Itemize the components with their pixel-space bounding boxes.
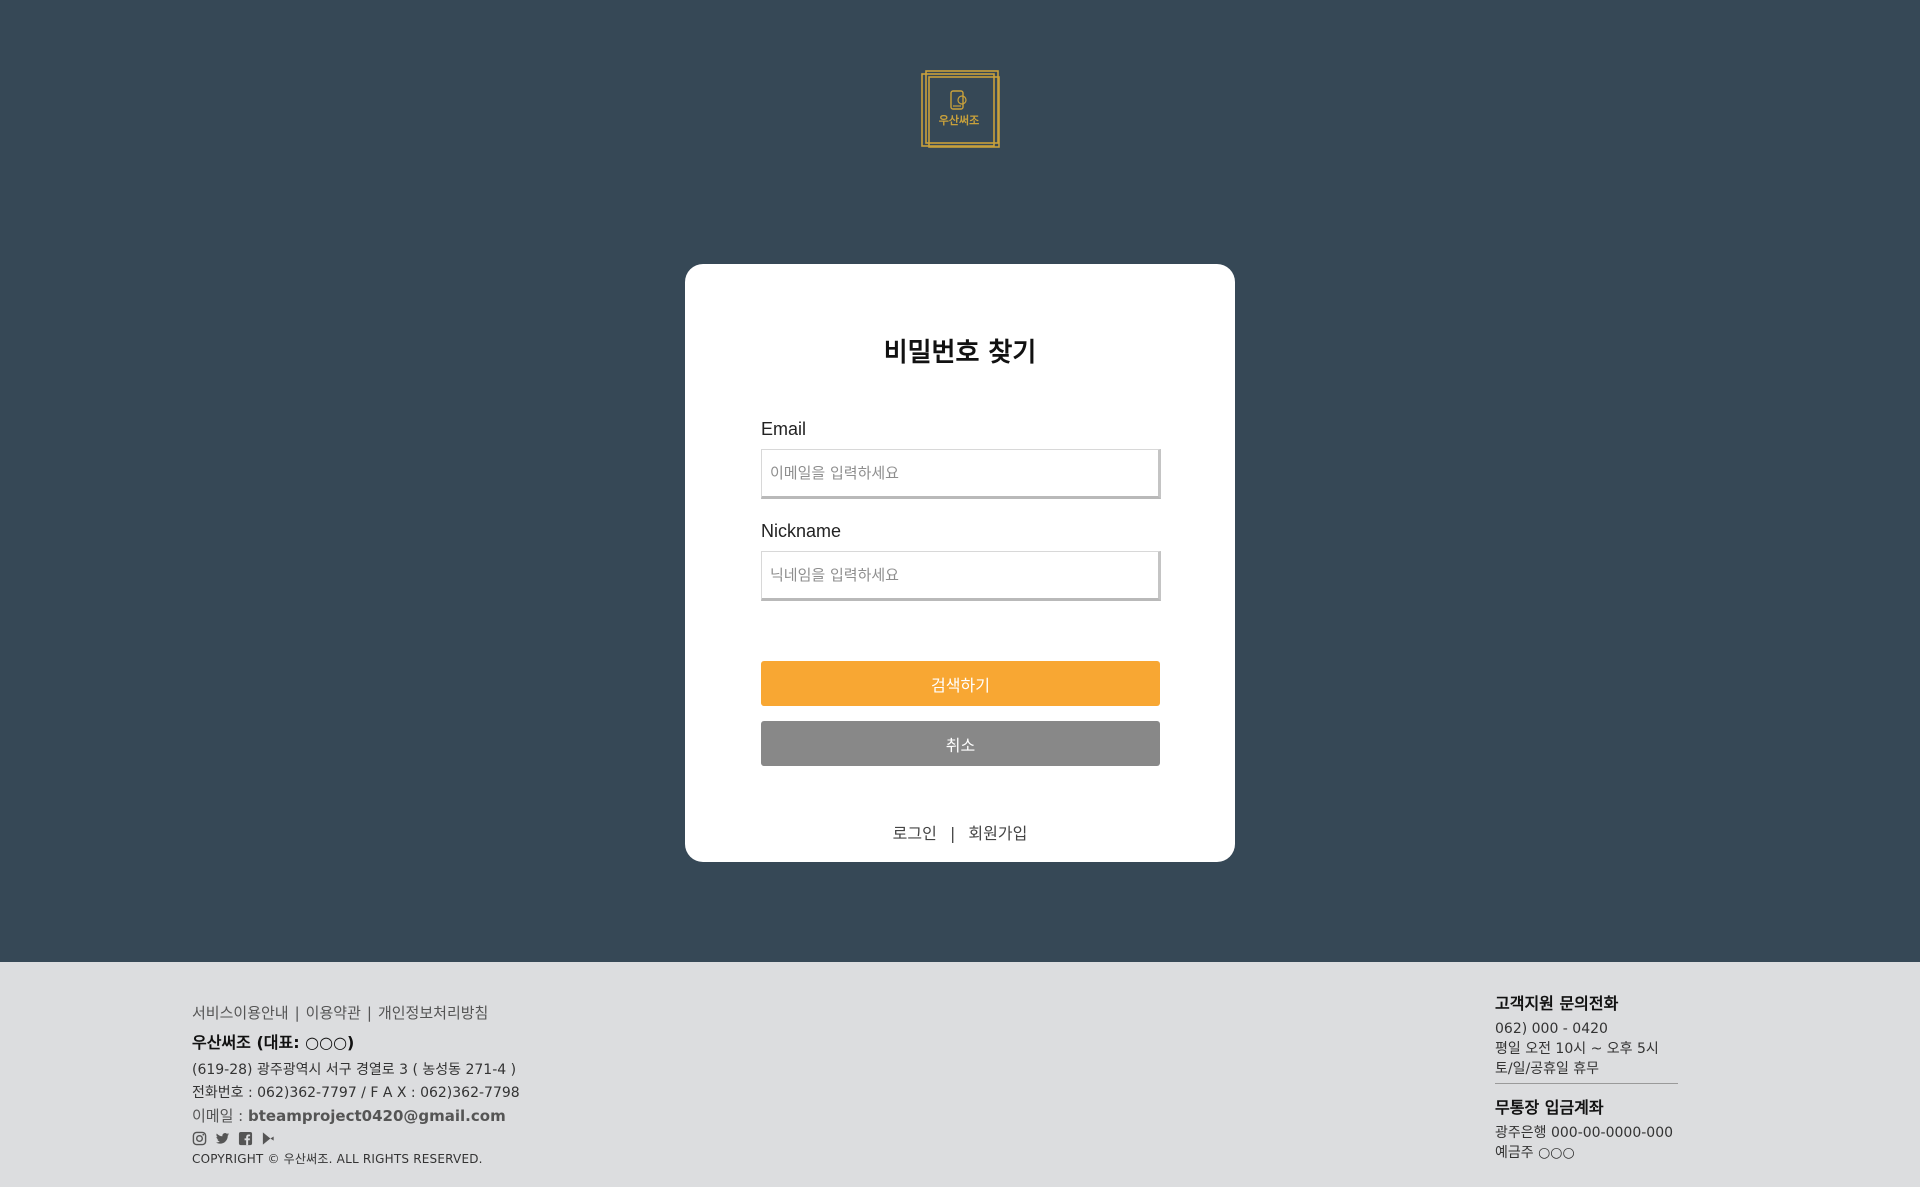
bank-holder: 예금주 ○○○	[1495, 1145, 1575, 1161]
search-button[interactable]: 검색하기	[761, 661, 1160, 706]
nickname-input[interactable]	[761, 551, 1161, 601]
email-label: Email	[761, 419, 807, 439]
support-closed: 토/일/공휴일 휴무	[1495, 1061, 1600, 1077]
footer-company-info: 서비스이용안내 | 이용약관 | 개인정보처리방침 우산써조 (대표: ○○○) (61…	[192, 1002, 520, 1167]
email-address[interactable]: bteamproject0420@gmail.com	[248, 1107, 506, 1125]
login-link[interactable]: 로그인	[893, 824, 937, 843]
footer-divider	[1495, 1083, 1678, 1084]
support-title: 고객지원 문의전화	[1495, 994, 1619, 1013]
auth-links: 로그인 | 회원가입	[685, 820, 1235, 844]
company-name: 우산써조 (대표: ○○○)	[192, 1033, 355, 1052]
facebook-icon[interactable]	[238, 1131, 253, 1146]
umbrella-logo-icon: 우산써조	[921, 70, 1000, 148]
footer-link-terms[interactable]: 이용약관	[306, 1004, 361, 1022]
find-password-card: 비밀번호 찾기 Email Nickname 검색하기 취소 로그인 | 회원가…	[685, 264, 1235, 862]
bank-account: 광주은행 000-00-0000-000	[1495, 1125, 1674, 1141]
twitter-icon[interactable]	[215, 1131, 230, 1146]
footer-link-separator: |	[366, 1004, 372, 1022]
footer: 서비스이용안내 | 이용약관 | 개인정보처리방침 우산써조 (대표: ○○○) (61…	[0, 962, 1920, 1187]
page-title: 비밀번호 찾기	[883, 338, 1037, 368]
cancel-button[interactable]: 취소	[761, 721, 1160, 766]
company-address: (619-28) 광주광역시 서구 경열로 3 ( 농성동 271-4 )	[192, 1062, 517, 1078]
link-separator: |	[949, 824, 956, 843]
footer-link-privacy[interactable]: 개인정보처리방침	[378, 1004, 488, 1022]
email-label-text: 이메일 :	[192, 1107, 248, 1125]
support-phone: 062) 000 - 0420	[1495, 1021, 1608, 1037]
support-hours: 평일 오전 10시 ~ 오후 5시	[1495, 1041, 1659, 1057]
company-phone-fax: 전화번호 : 062)362-7797 / F A X : 062)362-77…	[192, 1085, 520, 1101]
footer-link-separator: |	[294, 1004, 300, 1022]
email-input[interactable]	[761, 449, 1161, 499]
instagram-icon[interactable]	[192, 1131, 207, 1146]
google-play-icon[interactable]	[261, 1131, 276, 1146]
footer-support-info: 고객지원 문의전화 062) 000 - 0420 평일 오전 10시 ~ 오후…	[1495, 990, 1678, 1163]
nickname-label: Nickname	[761, 521, 842, 541]
bank-title: 무통장 입금계좌	[1495, 1098, 1604, 1117]
copyright-text: COPYRIGHT © 우산써조. ALL RIGHTS RESERVED.	[192, 1152, 483, 1166]
footer-links: 서비스이용안내 | 이용약관 | 개인정보처리방침	[192, 1002, 520, 1023]
social-links	[192, 1130, 520, 1146]
signup-link[interactable]: 회원가입	[968, 824, 1027, 843]
footer-link-service-guide[interactable]: 서비스이용안내	[192, 1004, 289, 1022]
main-area: 우산써조 비밀번호 찾기 Email Nickname 검색하기 취소 로그인 …	[0, 0, 1920, 962]
brand-logo[interactable]: 우산써조	[920, 70, 1002, 150]
company-email: 이메일 : bteamproject0420@gmail.com	[192, 1105, 520, 1126]
logo-text: 우산써조	[939, 113, 979, 127]
